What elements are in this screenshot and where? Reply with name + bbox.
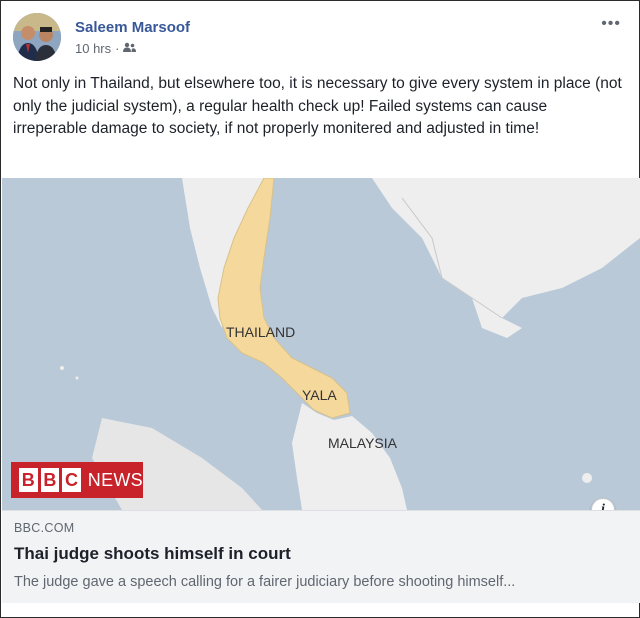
link-preview-card[interactable]: BBC.COM Thai judge shoots himself in cou… [2,510,640,603]
link-description: The judge gave a speech calling for a fa… [14,574,516,590]
bbc-logo-news: NEWS [87,469,143,490]
bbc-news-logo: B B C NEWS [11,462,143,498]
bbc-logo-letter: B [40,468,60,492]
bbc-logo-letter: C [62,468,81,492]
author-name[interactable]: Saleem Marsoof [75,19,190,36]
map-image: THAILAND YALA MALAYSIA [2,178,640,510]
map-label-malaysia: MALAYSIA [328,435,398,451]
facebook-post-card: Saleem Marsoof 10 hrs · ••• Not only in … [0,0,640,618]
post-header: Saleem Marsoof 10 hrs · ••• [13,13,629,65]
meta-separator: · [115,41,120,56]
post-time[interactable]: 10 hrs [75,41,111,56]
link-preview-image[interactable]: THAILAND YALA MALAYSIA [2,178,640,510]
more-options-icon[interactable]: ••• [601,15,621,33]
post-text: Not only in Thailand, but elsewhere too,… [13,75,622,137]
map-label-yala: YALA [302,387,337,403]
map-label-thailand: THAILAND [226,324,295,340]
avatar[interactable] [13,13,61,61]
bbc-logo-letter: B [19,468,38,492]
post-meta: 10 hrs · [75,41,137,56]
link-headline[interactable]: Thai judge shoots himself in court [14,544,291,564]
friends-icon[interactable] [123,41,137,56]
link-domain: BBC.COM [14,521,75,535]
